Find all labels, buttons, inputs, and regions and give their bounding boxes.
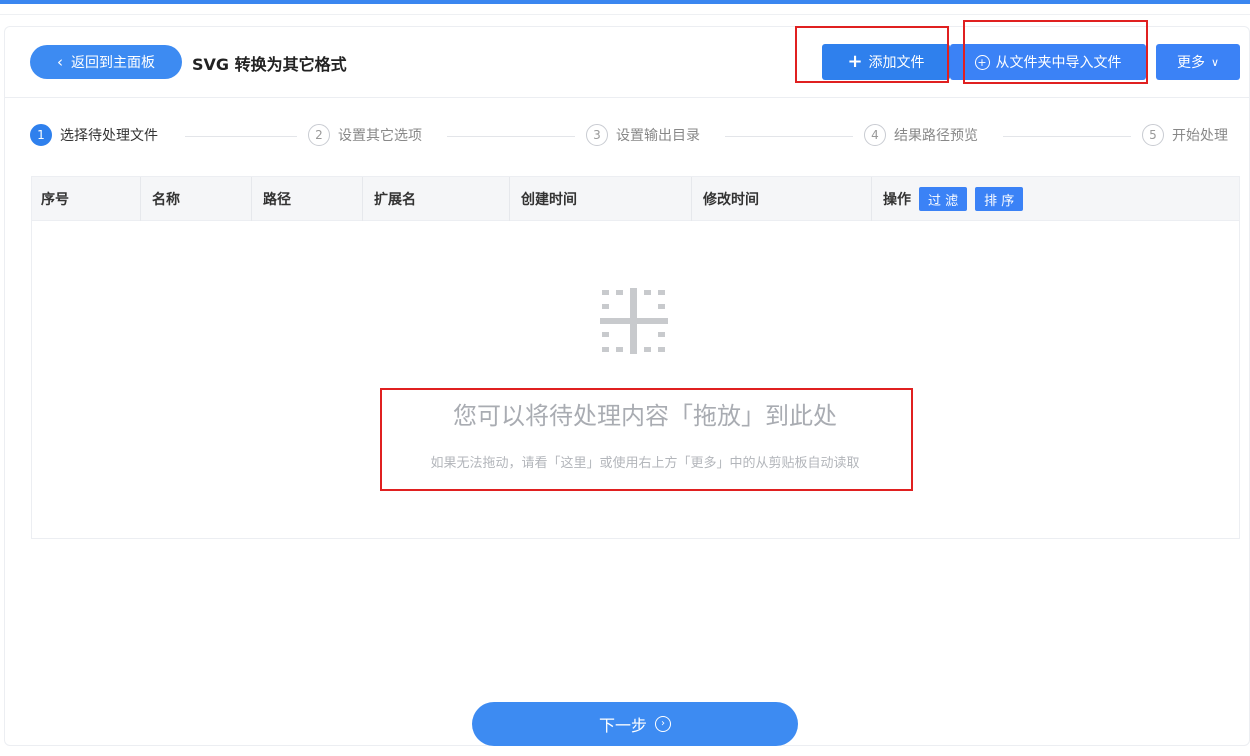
step-connector [725, 136, 853, 137]
stepper: 1 选择待处理文件 2 设置其它选项 3 设置输出目录 4 结果路径预览 5 开… [30, 124, 1250, 150]
step-connector [185, 136, 297, 137]
more-label: 更多 [1176, 55, 1205, 71]
file-table: 序号 名称 路径 扩展名 创建时间 修改时间 操作 过 滤 排 序 [31, 176, 1240, 539]
step-label: 选择待处理文件 [60, 128, 158, 144]
column-header-name: 名称 [152, 192, 180, 208]
chevron-down-icon: ∨ [1210, 55, 1220, 69]
back-button-label: 返回到主面板 [71, 55, 155, 71]
step-label: 设置输出目录 [616, 128, 700, 144]
step-number: 3 [586, 124, 608, 146]
step-number: 4 [864, 124, 886, 146]
step-5[interactable]: 5 开始处理 [1142, 124, 1228, 146]
dropzone-hint[interactable]: 如果无法拖动，请看「这里」或使用右上方「更多」中的从剪贴板自动读取 [380, 452, 910, 471]
actions-label: 操作 [883, 192, 911, 208]
back-to-dashboard-button[interactable]: ‹ 返回到主面板 [30, 45, 182, 79]
drop-target-icon [600, 288, 668, 354]
column-divider [691, 177, 692, 221]
add-file-button[interactable]: + 添加文件 [822, 44, 950, 80]
step-number: 5 [1142, 124, 1164, 146]
more-dropdown-button[interactable]: 更多 ∨ [1156, 44, 1240, 80]
add-file-label: 添加文件 [868, 55, 925, 71]
top-accent-bar [0, 0, 1250, 4]
step-4[interactable]: 4 结果路径预览 [864, 124, 978, 146]
plus-icon: + [847, 51, 863, 72]
circle-plus-icon: + [974, 54, 990, 70]
step-number: 1 [30, 124, 52, 146]
step-1[interactable]: 1 选择待处理文件 [30, 124, 158, 146]
step-2[interactable]: 2 设置其它选项 [308, 124, 422, 146]
next-step-label: 下一步 [598, 716, 647, 735]
table-header: 序号 名称 路径 扩展名 创建时间 修改时间 操作 过 滤 排 序 [32, 177, 1239, 221]
next-step-button[interactable]: 下一步 › [472, 702, 798, 746]
column-divider [140, 177, 141, 221]
step-label: 结果路径预览 [894, 128, 978, 144]
step-connector [1003, 136, 1131, 137]
column-header-extension: 扩展名 [374, 192, 416, 208]
step-label: 设置其它选项 [338, 128, 422, 144]
column-header-actions: 操作 过 滤 排 序 [883, 177, 1024, 221]
top-divider [0, 14, 1250, 15]
column-divider [251, 177, 252, 221]
step-number: 2 [308, 124, 330, 146]
chevron-left-icon: ‹ [57, 53, 63, 71]
step-3[interactable]: 3 设置输出目录 [586, 124, 700, 146]
header-divider [4, 97, 1250, 98]
column-header-index: 序号 [41, 192, 69, 208]
dropzone-title: 您可以将待处理内容「拖放」到此处 [453, 402, 837, 430]
filter-button[interactable]: 过 滤 [919, 187, 968, 211]
import-from-folder-button[interactable]: + 从文件夹中导入文件 [950, 44, 1146, 80]
column-divider [362, 177, 363, 221]
page-title: SVG 转换为其它格式 [192, 55, 347, 74]
column-header-modified: 修改时间 [703, 192, 759, 208]
step-connector [447, 136, 575, 137]
sort-button[interactable]: 排 序 [975, 187, 1024, 211]
column-divider [509, 177, 510, 221]
import-folder-label: 从文件夹中导入文件 [995, 55, 1122, 71]
column-divider [871, 177, 872, 221]
column-header-path: 路径 [263, 192, 291, 208]
circle-arrow-right-icon: › [655, 716, 671, 732]
column-header-created: 创建时间 [521, 192, 577, 208]
step-label: 开始处理 [1172, 128, 1228, 144]
